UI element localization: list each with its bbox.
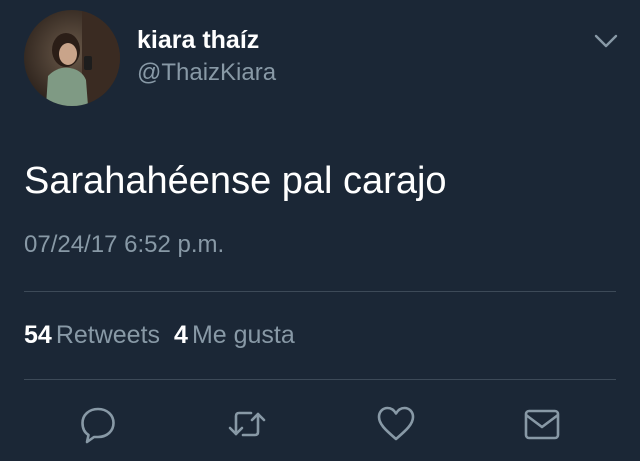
divider — [24, 379, 616, 380]
tweet-timestamp: 07/24/17 6:52 p.m. — [24, 231, 225, 258]
like-count[interactable]: 4 — [174, 321, 188, 349]
avatar[interactable] — [24, 10, 120, 106]
retweet-label[interactable]: Retweets — [56, 321, 160, 349]
author-handle[interactable]: @ThaizKiara — [137, 58, 276, 88]
heart-icon[interactable] — [376, 404, 416, 444]
engagement-stats: 54 Retweets 4 Me gusta — [24, 320, 295, 350]
chevron-down-icon[interactable] — [592, 30, 620, 52]
retweet-count[interactable]: 54 — [24, 321, 52, 349]
retweet-icon[interactable] — [227, 404, 267, 444]
envelope-icon[interactable] — [522, 404, 562, 444]
tweet-text: Sarahahéense pal carajo — [24, 160, 447, 202]
reply-icon[interactable] — [78, 404, 118, 444]
like-label[interactable]: Me gusta — [192, 321, 295, 349]
divider — [24, 291, 616, 292]
author-name[interactable]: kiara thaíz — [137, 25, 259, 55]
